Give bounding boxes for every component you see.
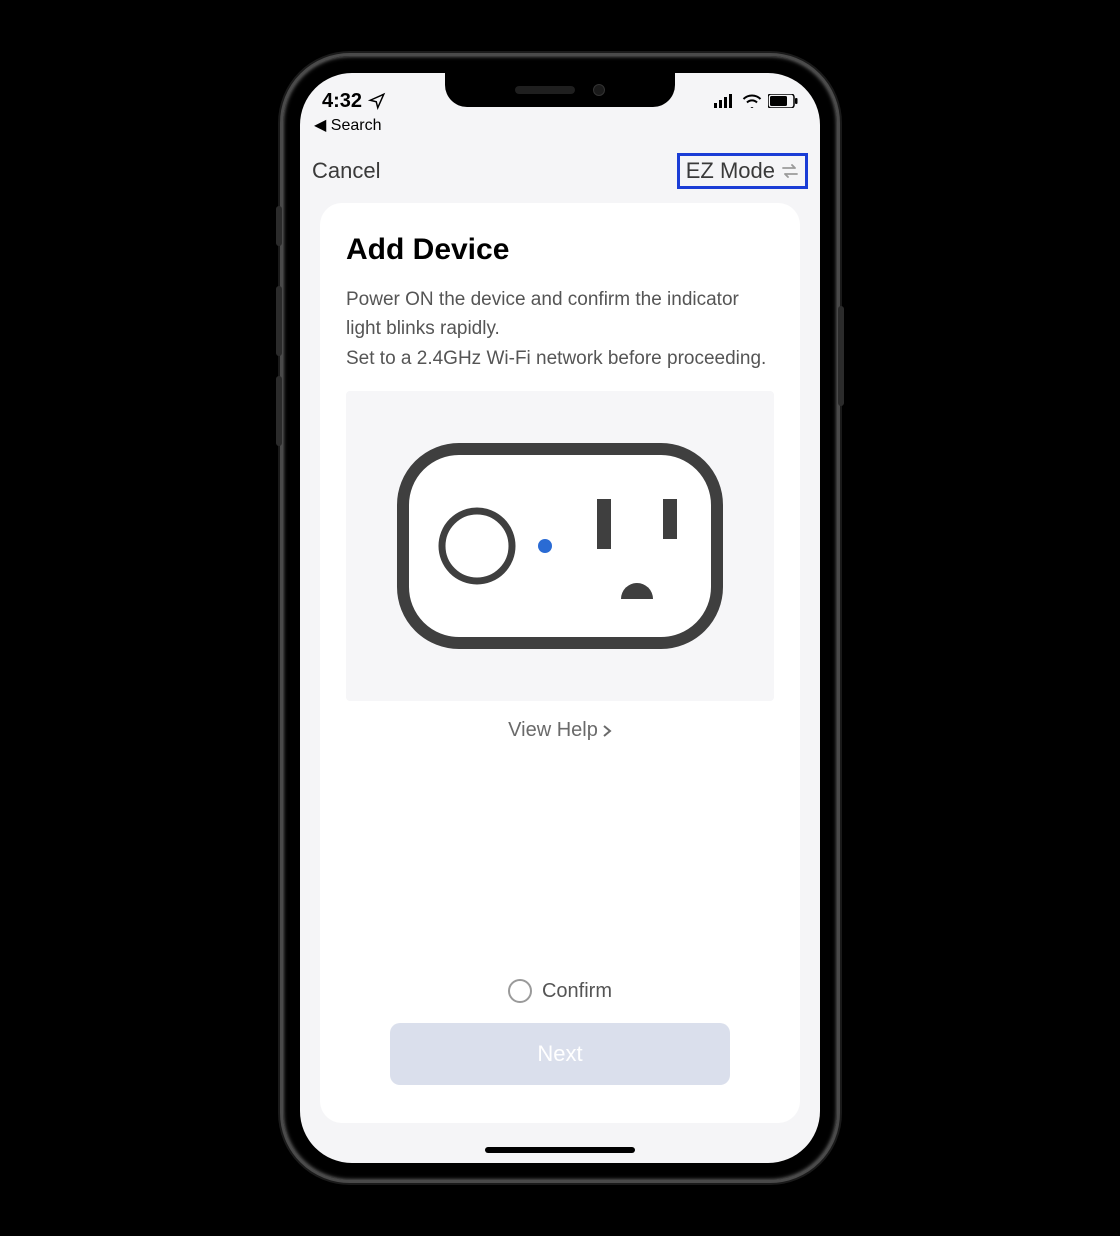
mode-label: EZ Mode: [686, 158, 775, 184]
wifi-icon: [742, 94, 762, 108]
instruction-line-2: Set to a 2.4GHz Wi-Fi network before pro…: [346, 344, 774, 373]
instruction-line-1: Power ON the device and confirm the indi…: [346, 285, 774, 344]
view-help-label: View Help: [508, 719, 598, 742]
device-illustration: [346, 391, 774, 701]
cancel-button[interactable]: Cancel: [312, 158, 380, 184]
home-indicator[interactable]: [485, 1147, 635, 1153]
content-card: Add Device Power ON the device and confi…: [320, 203, 800, 1123]
volume-down: [276, 376, 282, 446]
battery-icon: [768, 94, 798, 108]
back-label: Search: [331, 117, 382, 134]
nav-bar: Cancel EZ Mode: [300, 147, 820, 195]
swap-icon: [781, 164, 799, 178]
notch: [445, 73, 675, 107]
clock: 4:32: [322, 90, 362, 113]
power-button: [838, 306, 844, 406]
chevron-right-icon: [602, 724, 612, 738]
back-to-search[interactable]: ◀ Search: [314, 115, 381, 135]
iphone-frame: 4:32: [280, 53, 840, 1183]
radio-unchecked-icon: [508, 979, 532, 1003]
page-title: Add Device: [346, 233, 774, 267]
next-button[interactable]: Next: [390, 1023, 730, 1085]
instructions: Power ON the device and confirm the indi…: [346, 285, 774, 373]
next-label: Next: [537, 1041, 582, 1067]
view-help-link[interactable]: View Help: [346, 719, 774, 742]
volume-up: [276, 286, 282, 356]
pairing-mode-button[interactable]: EZ Mode: [677, 153, 808, 189]
back-caret-icon: ◀: [314, 117, 326, 134]
cancel-label: Cancel: [312, 158, 380, 183]
location-icon: [368, 92, 386, 110]
screen: 4:32: [300, 73, 820, 1163]
cellular-icon: [714, 94, 736, 108]
confirm-checkbox[interactable]: Confirm: [320, 979, 800, 1003]
mute-switch: [276, 206, 282, 246]
confirm-label: Confirm: [542, 980, 612, 1003]
smart-plug-icon: [395, 441, 725, 651]
